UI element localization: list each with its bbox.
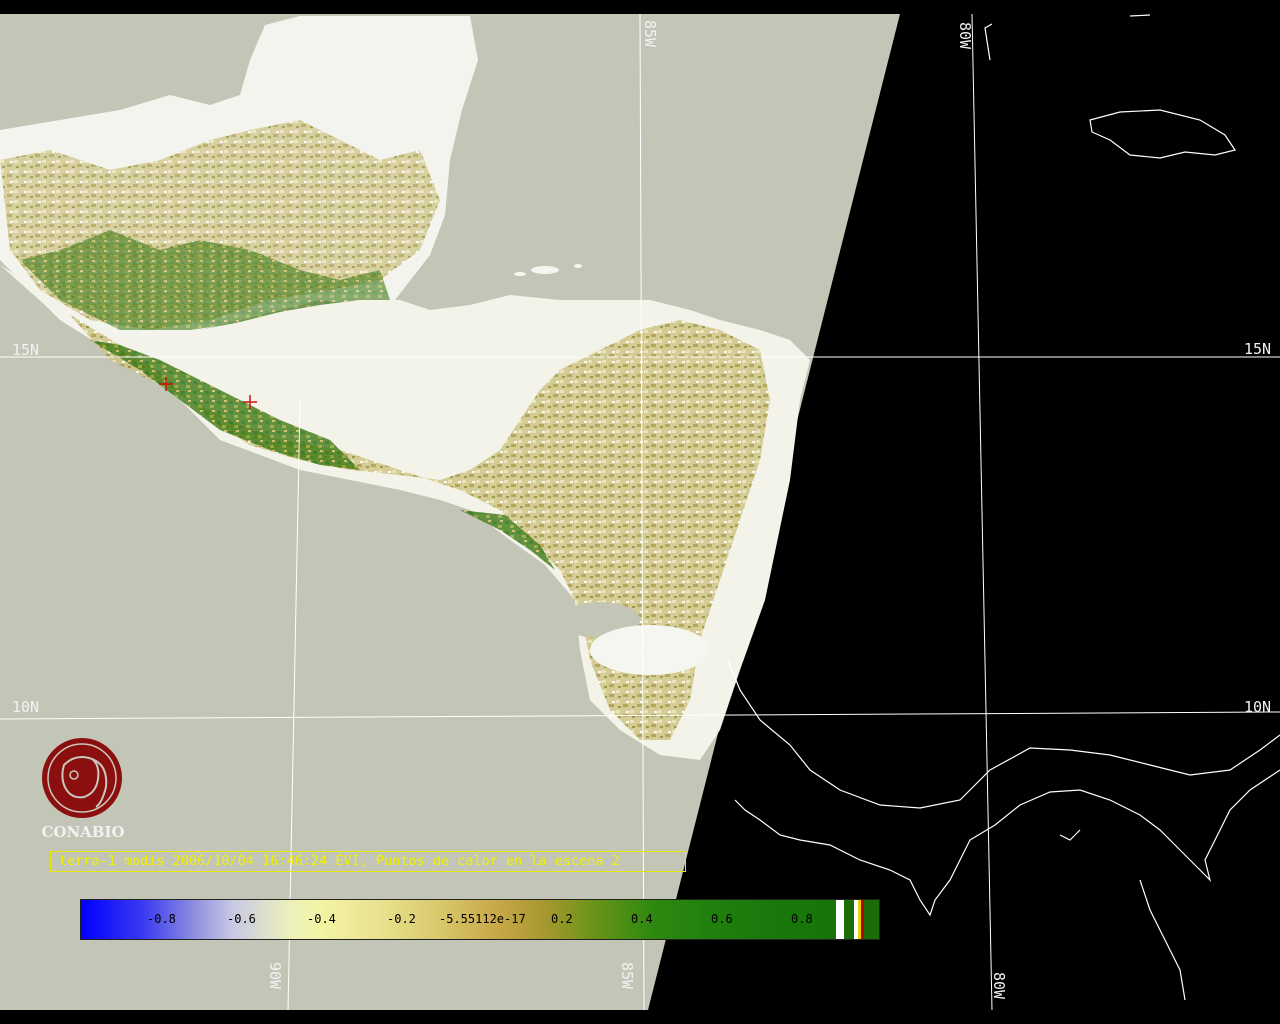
colorbar-tick: 0.2 bbox=[551, 912, 573, 926]
colorbar-tick: -0.2 bbox=[387, 912, 416, 926]
conabio-logo-text: CONABIO bbox=[41, 823, 125, 841]
colorbar-tick: -0.6 bbox=[227, 912, 256, 926]
colorbar-tick: 0.4 bbox=[631, 912, 653, 926]
lat-label-10n-left: 10N bbox=[12, 698, 39, 716]
conabio-emblem-icon bbox=[42, 738, 122, 818]
colorbar-tick: -0.4 bbox=[307, 912, 336, 926]
lon-label-85w-top: 85W bbox=[641, 20, 659, 48]
colorbar-tick: 0.6 bbox=[711, 912, 733, 926]
colorbar-special-swatches bbox=[836, 900, 879, 939]
lat-label-15n-left: 15N bbox=[12, 341, 39, 359]
colorbar-swatch bbox=[864, 900, 879, 939]
colorbar-tick: 0.8 bbox=[791, 912, 813, 926]
lat-label-15n-right: 15N bbox=[1244, 340, 1271, 358]
conabio-logo: CONABIO bbox=[36, 735, 128, 845]
lon-label-80w-bottom: 80W bbox=[990, 972, 1008, 1000]
lon-label-80w-top: 80W bbox=[956, 22, 974, 50]
lon-label-90w-bottom: 90W bbox=[266, 962, 284, 990]
evi-colorbar: -0.8 -0.6 -0.4 -0.2 -5.55112e-17 0.2 0.4… bbox=[80, 899, 880, 940]
colorbar-swatch bbox=[836, 900, 844, 939]
colorbar-tick: -5.55112e-17 bbox=[439, 912, 526, 926]
lat-label-10n-right: 10N bbox=[1244, 698, 1271, 716]
lon-label-85w-bottom: 85W bbox=[618, 962, 636, 990]
scene-title: terra-1 modis 2006/10/04 16:46:24 EVI, P… bbox=[50, 851, 686, 872]
colorbar-tick: -0.8 bbox=[147, 912, 176, 926]
colorbar-swatch bbox=[844, 900, 854, 939]
